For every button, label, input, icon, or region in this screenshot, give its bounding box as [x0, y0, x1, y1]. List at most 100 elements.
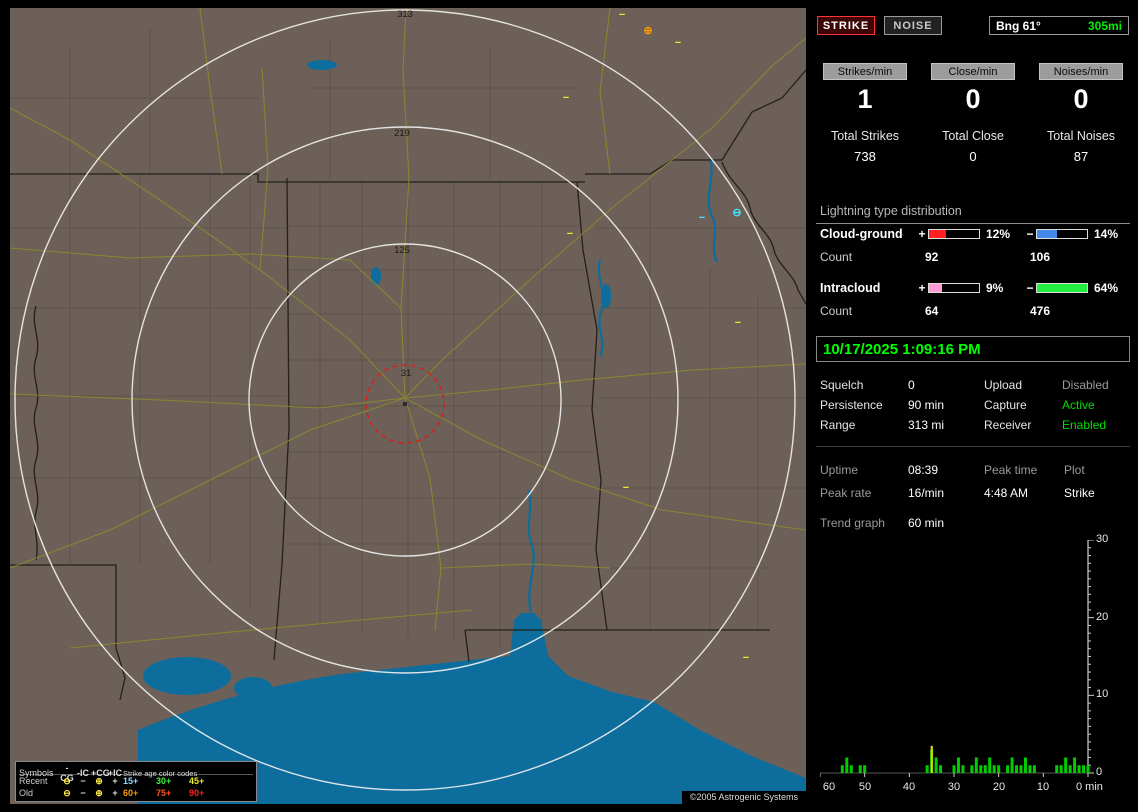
- plot-mode-value: Strike: [1064, 486, 1130, 500]
- plus-sign: +: [916, 281, 928, 295]
- strike-symbol: −: [563, 92, 569, 104]
- total-noises-label: Total Noises: [1032, 129, 1130, 143]
- trend-bar: [863, 765, 866, 773]
- trend-bar: [953, 765, 956, 773]
- plus-sign: +: [916, 227, 928, 241]
- ic-plus-pct: 9%: [984, 281, 1024, 295]
- noises-column: Noises/min 0 Total Noises 87: [1032, 63, 1130, 164]
- squelch-label: Squelch: [820, 378, 908, 392]
- y-tick-0: 0: [1096, 766, 1126, 778]
- age-90: 90+: [189, 788, 227, 798]
- settings-row-3: Range 313 mi Receiver Enabled: [816, 415, 1130, 435]
- trend-bar: [984, 765, 987, 773]
- cg-minus-count: 106: [1030, 250, 1050, 264]
- strike-button[interactable]: STRIKE: [817, 16, 875, 35]
- datetime-display: 10/17/2025 1:09:16 PM: [816, 336, 1130, 362]
- ring-label-313: 313: [397, 9, 413, 20]
- total-close-label: Total Close: [924, 129, 1022, 143]
- cg-minus-bar: [1036, 229, 1088, 239]
- trend-bar: [841, 765, 844, 773]
- receiver-status: Enabled: [1062, 418, 1130, 432]
- divider: [816, 446, 1130, 447]
- trend-window-value: 60 min: [908, 516, 1130, 530]
- trend-bar: [970, 765, 973, 773]
- trend-bar: [1028, 765, 1031, 773]
- settings-row-2: Persistence 90 min Capture Active: [816, 395, 1130, 415]
- trend-bar: [1055, 765, 1058, 773]
- age-15: 15+: [123, 776, 156, 786]
- age-30: 30+: [156, 776, 189, 786]
- trend-bar: [979, 765, 982, 773]
- minus-sign: −: [1024, 281, 1036, 295]
- trend-bar: [859, 765, 862, 773]
- trend-bar: [939, 765, 942, 773]
- age-45: 45+: [189, 776, 227, 786]
- total-close-value: 0: [924, 149, 1022, 164]
- ic-plus-symbol-old: +: [107, 788, 123, 798]
- ic-minus-symbol: −: [75, 776, 91, 786]
- ic-minus-pct: 64%: [1092, 281, 1132, 295]
- peak-rate-label: Peak rate: [820, 486, 908, 500]
- trend-bar: [1024, 757, 1027, 773]
- legend-old-label: Old: [19, 788, 59, 798]
- strike-symbol: −: [623, 482, 629, 494]
- trend-marker: [931, 746, 933, 773]
- bearing-value: Bng 61°: [996, 19, 1041, 33]
- strike-symbol: −: [567, 228, 573, 240]
- trend-bar: [1064, 757, 1067, 773]
- trend-bar: [975, 757, 978, 773]
- count-label: Count: [820, 304, 852, 318]
- trend-graph-header: Trend graph 60 min: [816, 516, 1130, 530]
- strikes-per-min-label: Strikes/min: [823, 63, 907, 80]
- ic-plus-bar: [928, 283, 980, 293]
- intracloud-row: Intracloud + 9% − 64%: [816, 280, 1130, 296]
- trend-bar: [850, 765, 853, 773]
- trend-bar: [957, 757, 960, 773]
- copyright: ©2005 Astrogenic Systems: [682, 791, 806, 804]
- age-75: 75+: [156, 788, 189, 798]
- close-column: Close/min 0 Total Close 0: [924, 63, 1022, 164]
- stats-row-1: Uptime 08:39 Peak time Plot: [816, 460, 1130, 480]
- strikes-column: Strikes/min 1 Total Strikes 738: [816, 63, 914, 164]
- ic-plus-symbol: +: [107, 776, 123, 786]
- capture-status: Active: [1062, 398, 1130, 412]
- ic-minus-symbol-old: −: [75, 788, 91, 798]
- cg-plus-symbol-old: ⊕: [91, 788, 107, 799]
- y-tick-20: 20: [1096, 611, 1126, 623]
- cg-minus-pct: 14%: [1092, 227, 1132, 241]
- lightning-map[interactable]: 313 219 125 31 ⊖−⊕−−−−−−− Symbols -CG -I…: [10, 8, 806, 804]
- total-noises-value: 87: [1032, 149, 1130, 164]
- map-canvas: 313 219 125 31 ⊖−⊕−−−−−−−: [10, 8, 806, 804]
- intracloud-label: Intracloud: [820, 281, 916, 295]
- trend-graph-label: Trend graph: [820, 516, 908, 530]
- cg-minus-symbol: ⊖: [59, 776, 75, 787]
- trend-bar: [1020, 765, 1023, 773]
- trend-bar: [961, 765, 964, 773]
- trend-bar: [935, 757, 938, 773]
- strike-symbol: −: [619, 9, 625, 21]
- noise-button[interactable]: NOISE: [884, 16, 942, 35]
- uptime-label: Uptime: [820, 463, 908, 477]
- bearing-display: Bng 61° 305mi: [989, 16, 1129, 35]
- trend-bar: [926, 765, 929, 773]
- bearing-distance: 305mi: [1088, 19, 1122, 33]
- upload-label: Upload: [984, 378, 1062, 392]
- legend-recent-label: Recent: [19, 776, 59, 786]
- trend-bar: [1078, 765, 1081, 773]
- ring-label-31: 31: [401, 368, 412, 379]
- close-per-min-value: 0: [924, 84, 1022, 116]
- trend-bar: [1087, 765, 1090, 773]
- trend-graph: 30 20 10 0 60 50 40 30 20 10 0 min: [820, 540, 1130, 800]
- rates-section: Strikes/min 1 Total Strikes 738 Close/mi…: [816, 63, 1130, 198]
- stats-row-2: Peak rate 16/min 4:48 AM Strike: [816, 483, 1130, 503]
- x-tick-60: 60: [818, 781, 840, 793]
- receiver-label: Receiver: [984, 418, 1062, 432]
- range-value: 313 mi: [908, 418, 984, 432]
- trend-bar: [1006, 765, 1009, 773]
- peak-rate-value: 16/min: [908, 486, 984, 500]
- strike-legend: Symbols -CG -IC +CG +IC Strike age color…: [15, 761, 257, 802]
- age-60: 60+: [123, 788, 156, 798]
- strike-symbol: −: [675, 37, 681, 49]
- x-tick-0-min: 0 min: [1076, 781, 1130, 793]
- control-panel: STRIKE NOISE Bng 61° 305mi Strikes/min 1…: [816, 8, 1130, 804]
